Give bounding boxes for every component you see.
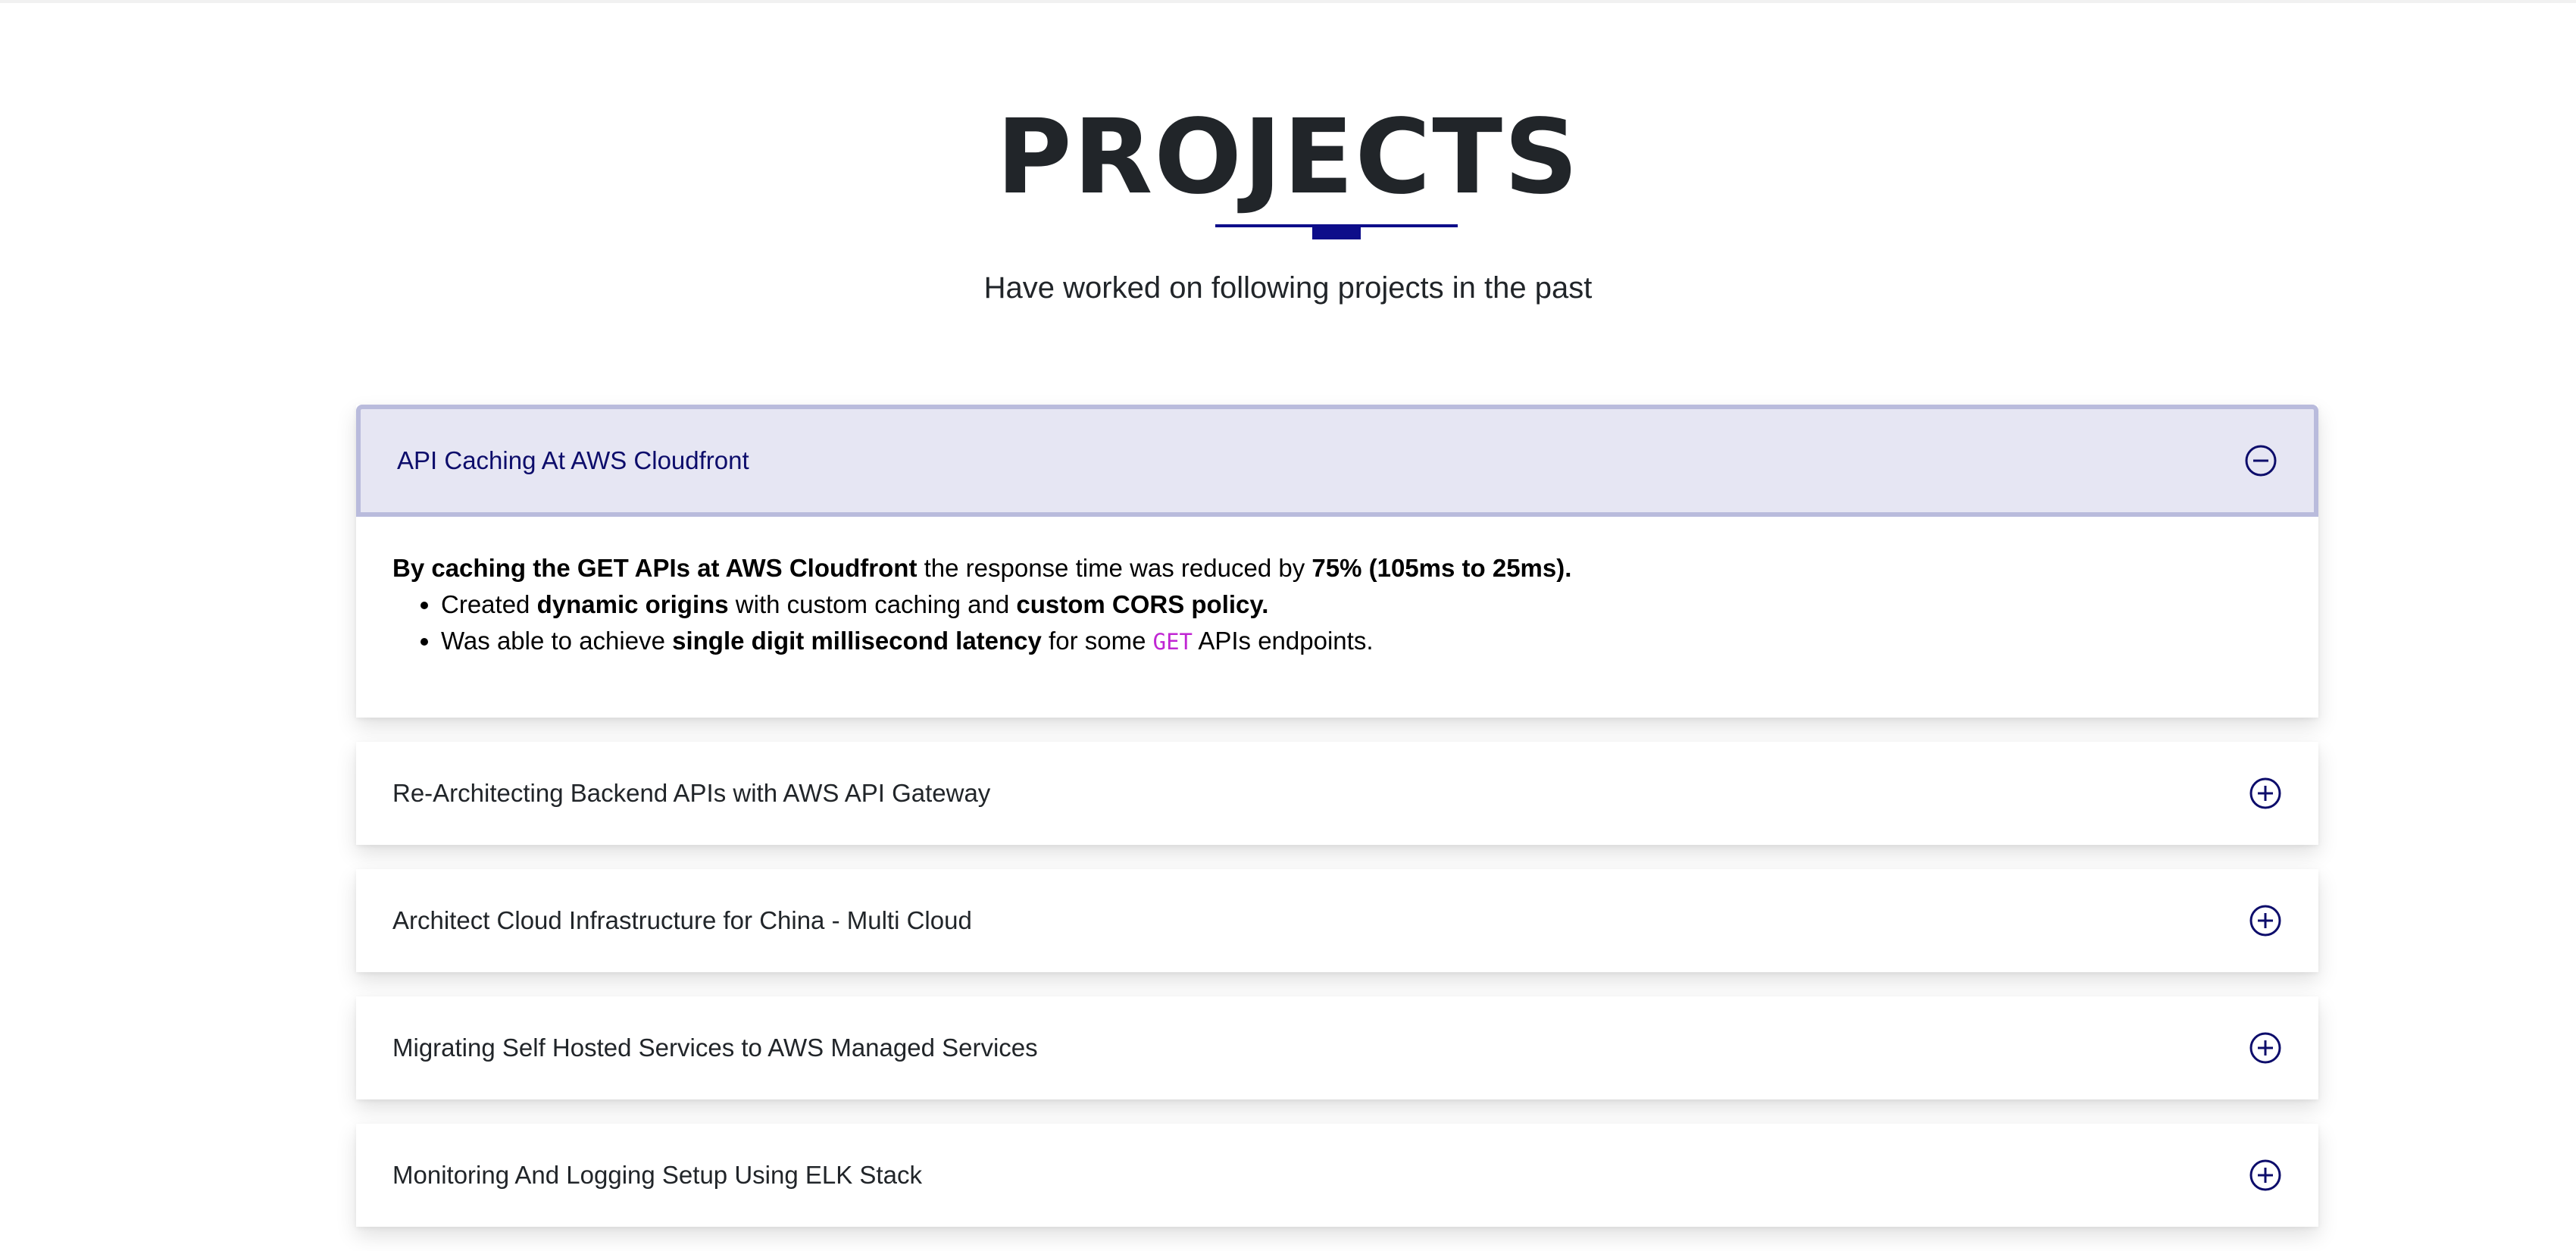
title-underline-accent	[1312, 224, 1361, 239]
bullet-text: with custom caching and	[728, 590, 1017, 618]
accordion-title: Re-Architecting Backend APIs with AWS AP…	[392, 779, 991, 807]
accordion-header[interactable]: API Caching At AWS Cloudfront	[356, 405, 2318, 517]
bullet-bold: dynamic origins	[536, 590, 729, 618]
project-bullets: Created dynamic origins with custom cach…	[392, 586, 2282, 660]
summary-bold-tail: 75% (105ms to 25ms).	[1311, 554, 1572, 582]
projects-accordion: API Caching At AWS Cloudfront By caching…	[356, 405, 2318, 1251]
accordion-title: Monitoring And Logging Setup Using ELK S…	[392, 1161, 922, 1189]
plus-circle-icon[interactable]	[2249, 1031, 2282, 1065]
accordion-item: API Caching At AWS Cloudfront By caching…	[356, 405, 2318, 718]
accordion-item: Re-Architecting Backend APIs with AWS AP…	[356, 742, 2318, 845]
accordion-header[interactable]: Monitoring And Logging Setup Using ELK S…	[356, 1124, 2318, 1227]
accordion-item: Monitoring And Logging Setup Using ELK S…	[356, 1124, 2318, 1227]
summary-text: the response time was reduced by	[917, 554, 1312, 582]
inline-code: GET	[1152, 629, 1193, 655]
list-item: Was able to achieve single digit millise…	[441, 623, 2282, 660]
bullet-bold: custom CORS policy.	[1016, 590, 1269, 618]
page-title: PROJECTS	[996, 98, 1580, 217]
accordion-title: API Caching At AWS Cloudfront	[397, 446, 749, 474]
bullet-bold: single digit millisecond latency	[672, 627, 1042, 655]
bullet-text: Was able to achieve	[441, 627, 673, 655]
project-summary: By caching the GET APIs at AWS Cloudfron…	[392, 550, 2282, 586]
bullet-text: APIs endpoints.	[1193, 627, 1374, 655]
summary-bold-lead: By caching the GET APIs at AWS Cloudfron…	[392, 554, 918, 582]
top-divider	[0, 0, 2576, 3]
plus-circle-icon[interactable]	[2249, 1159, 2282, 1192]
accordion-item: Architect Cloud Infrastructure for China…	[356, 869, 2318, 972]
accordion-header[interactable]: Re-Architecting Backend APIs with AWS AP…	[356, 742, 2318, 845]
accordion-body: By caching the GET APIs at AWS Cloudfron…	[356, 517, 2318, 718]
accordion-header[interactable]: Migrating Self Hosted Services to AWS Ma…	[356, 996, 2318, 1099]
plus-circle-icon[interactable]	[2249, 777, 2282, 810]
bullet-text: for some	[1041, 627, 1153, 655]
bullet-text: Created	[441, 590, 537, 618]
accordion-header[interactable]: Architect Cloud Infrastructure for China…	[356, 869, 2318, 972]
accordion-title: Migrating Self Hosted Services to AWS Ma…	[392, 1034, 1038, 1062]
minus-circle-icon[interactable]	[2244, 444, 2277, 477]
page-subtitle: Have worked on following projects in the…	[983, 271, 1593, 305]
list-item: Created dynamic origins with custom cach…	[441, 586, 2282, 623]
accordion-item: Migrating Self Hosted Services to AWS Ma…	[356, 996, 2318, 1099]
accordion-title: Architect Cloud Infrastructure for China…	[392, 906, 972, 934]
plus-circle-icon[interactable]	[2249, 904, 2282, 937]
